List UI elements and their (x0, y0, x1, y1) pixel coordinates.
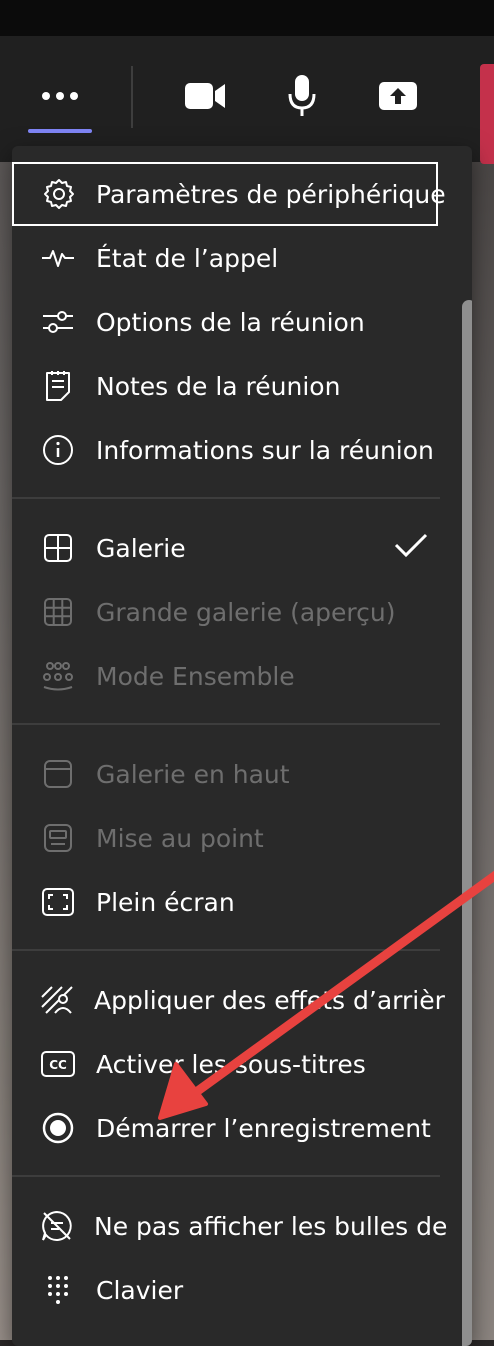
active-indicator (28, 129, 92, 133)
pulse-icon (40, 240, 76, 276)
dialpad-icon (40, 1272, 76, 1308)
menu-item-gallery-top[interactable]: Galerie en haut (12, 742, 440, 806)
menu-item-label: Galerie (96, 533, 186, 563)
background-effects-icon (40, 982, 74, 1018)
gear-icon (42, 176, 76, 212)
info-icon (40, 432, 76, 468)
menu-item-together-mode[interactable]: Mode Ensemble (12, 644, 440, 708)
partial-icon (40, 1336, 76, 1346)
notes-icon (40, 368, 76, 404)
microphone-icon (288, 75, 316, 116)
gallery-icon (40, 530, 76, 566)
menu-item-partial[interactable] (12, 1322, 440, 1346)
menu-item-captions[interactable]: CC Activer les sous-titres (12, 1032, 440, 1096)
sliders-icon (40, 304, 76, 340)
menu-item-meeting-info[interactable]: Informations sur la réunion (12, 418, 440, 482)
together-mode-icon (40, 658, 76, 694)
menu-item-label: Mise au point (96, 823, 264, 853)
menu-item-label: Activer les sous-titres (96, 1049, 366, 1079)
menu-item-device-settings[interactable]: Paramètres de périphérique (12, 162, 446, 226)
menu-item-label: Appliquer des effets d’arrièr (94, 985, 445, 1015)
toolbar-divider (131, 66, 133, 128)
more-actions-button[interactable] (25, 36, 95, 156)
menu-item-background-effects[interactable]: Appliquer des effets d’arrièr (12, 968, 445, 1032)
menu-separator (12, 949, 440, 951)
window-top-strip (0, 0, 494, 36)
menu-item-gallery[interactable]: Galerie (12, 516, 440, 580)
microphone-button[interactable] (267, 36, 337, 156)
menu-item-large-gallery[interactable]: Grande galerie (aperçu) (12, 580, 440, 644)
meeting-toolbar (0, 36, 494, 164)
more-horizontal-icon (42, 92, 78, 100)
menu-item-meeting-options[interactable]: Options de la réunion (12, 290, 440, 354)
menu-separator (12, 723, 440, 725)
share-screen-icon (379, 82, 417, 110)
menu-item-label: Galerie en haut (96, 759, 290, 789)
menu-item-label: Démarrer l’enregistrement (96, 1113, 431, 1143)
menu-item-label: Grande galerie (aperçu) (96, 597, 396, 627)
focus-icon (40, 820, 76, 856)
menu-item-dialpad[interactable]: Clavier (12, 1258, 440, 1322)
menu-item-label: Options de la réunion (96, 307, 365, 337)
large-gallery-icon (40, 594, 76, 630)
captions-icon: CC (40, 1046, 76, 1082)
camera-button[interactable] (170, 36, 240, 156)
menu-separator (12, 497, 440, 499)
svg-text:CC: CC (49, 1058, 67, 1072)
menu-item-label: Clavier (96, 1275, 184, 1305)
menu-item-start-recording[interactable]: Démarrer l’enregistrement (12, 1096, 440, 1160)
menu-separator (12, 1175, 440, 1177)
leave-button[interactable] (480, 64, 494, 164)
more-actions-menu: Paramètres de périphérique État de l’app… (12, 146, 472, 1346)
menu-item-fullscreen[interactable]: Plein écran (12, 870, 440, 934)
menu-item-label: Informations sur la réunion (96, 435, 434, 465)
checkmark-icon (394, 532, 428, 558)
menu-item-label: État de l’appel (96, 243, 279, 273)
chat-off-icon (40, 1208, 74, 1244)
menu-item-label: Ne pas afficher les bulles de (94, 1211, 448, 1241)
menu-item-hide-chat-bubbles[interactable]: Ne pas afficher les bulles de (12, 1194, 447, 1258)
record-icon (40, 1110, 76, 1146)
menu-item-label: Plein écran (96, 887, 235, 917)
menu-scrollbar-thumb[interactable] (462, 300, 472, 1346)
menu-item-call-health[interactable]: État de l’appel (12, 226, 440, 290)
menu-item-label: Paramètres de périphérique (96, 179, 446, 209)
fullscreen-icon (40, 884, 76, 920)
menu-item-focus[interactable]: Mise au point (12, 806, 440, 870)
video-camera-icon (185, 83, 225, 109)
menu-item-label: Notes de la réunion (96, 371, 341, 401)
menu-item-label: Mode Ensemble (96, 661, 295, 691)
share-screen-button[interactable] (363, 36, 433, 156)
gallery-top-icon (40, 756, 76, 792)
menu-item-meeting-notes[interactable]: Notes de la réunion (12, 354, 440, 418)
